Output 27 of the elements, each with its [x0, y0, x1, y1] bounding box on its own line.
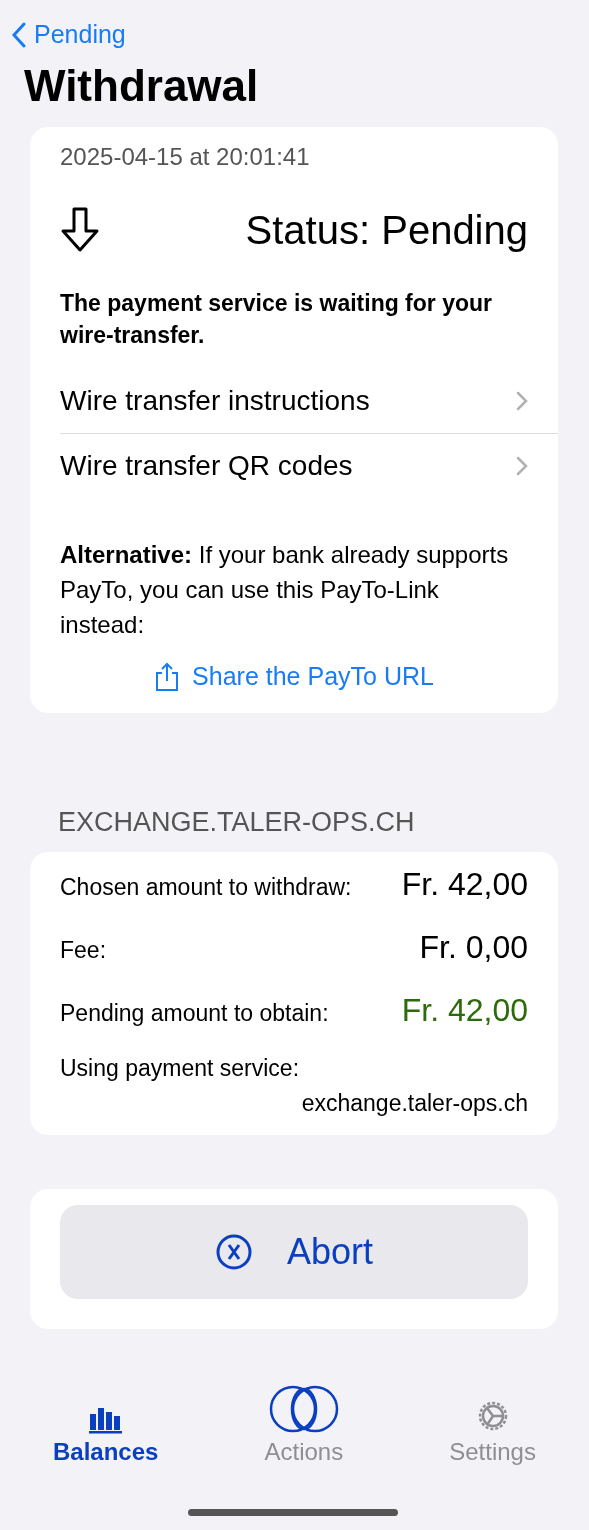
timestamp: 2025-04-15 at 20:01:41: [60, 143, 311, 171]
abort-button[interactable]: Abort: [60, 1204, 528, 1299]
detail-label: Using payment service:: [60, 1054, 300, 1082]
detail-value: Fr. 42,00: [401, 991, 528, 1029]
chevron-left-icon: [12, 21, 26, 48]
link-row[interactable]: Wire transfer QR codes: [60, 434, 528, 499]
share-icon: [154, 661, 181, 692]
status-message: The payment service is waiting for your wire-transfer.: [60, 289, 493, 351]
detail-label: Chosen amount to withdraw:: [60, 873, 352, 901]
alternative-text: Alternative: If your bank already supports PayTo, you can use this PayTo-Link instead:: [60, 540, 510, 640]
close-circle-icon: [214, 1232, 253, 1271]
share-button[interactable]: Share the PayTo URL: [148, 660, 440, 693]
chevron-right-icon: [516, 456, 528, 477]
down-arrow-icon: [60, 207, 100, 253]
link-row[interactable]: Wire transfer instructions: [60, 369, 558, 435]
chevron-right-icon: [516, 391, 528, 412]
detail-label: Fee:: [60, 936, 107, 964]
back-link[interactable]: Pending: [12, 20, 126, 49]
detail-value: exchange.taler-ops.ch: [301, 1089, 528, 1117]
page-title: Withdrawal: [24, 61, 260, 111]
detail-value: Fr. 0,00: [419, 928, 528, 966]
detail-value: Fr. 42,00: [401, 865, 528, 903]
detail-label: Pending amount to obtain:: [60, 999, 329, 1027]
status-text: Status: Pending: [245, 207, 528, 253]
rings-logo-icon: [268, 1384, 339, 1434]
tab[interactable]: Balances: [53, 1374, 159, 1466]
section-heading: EXCHANGE.TALER-OPS.CH: [58, 806, 416, 838]
